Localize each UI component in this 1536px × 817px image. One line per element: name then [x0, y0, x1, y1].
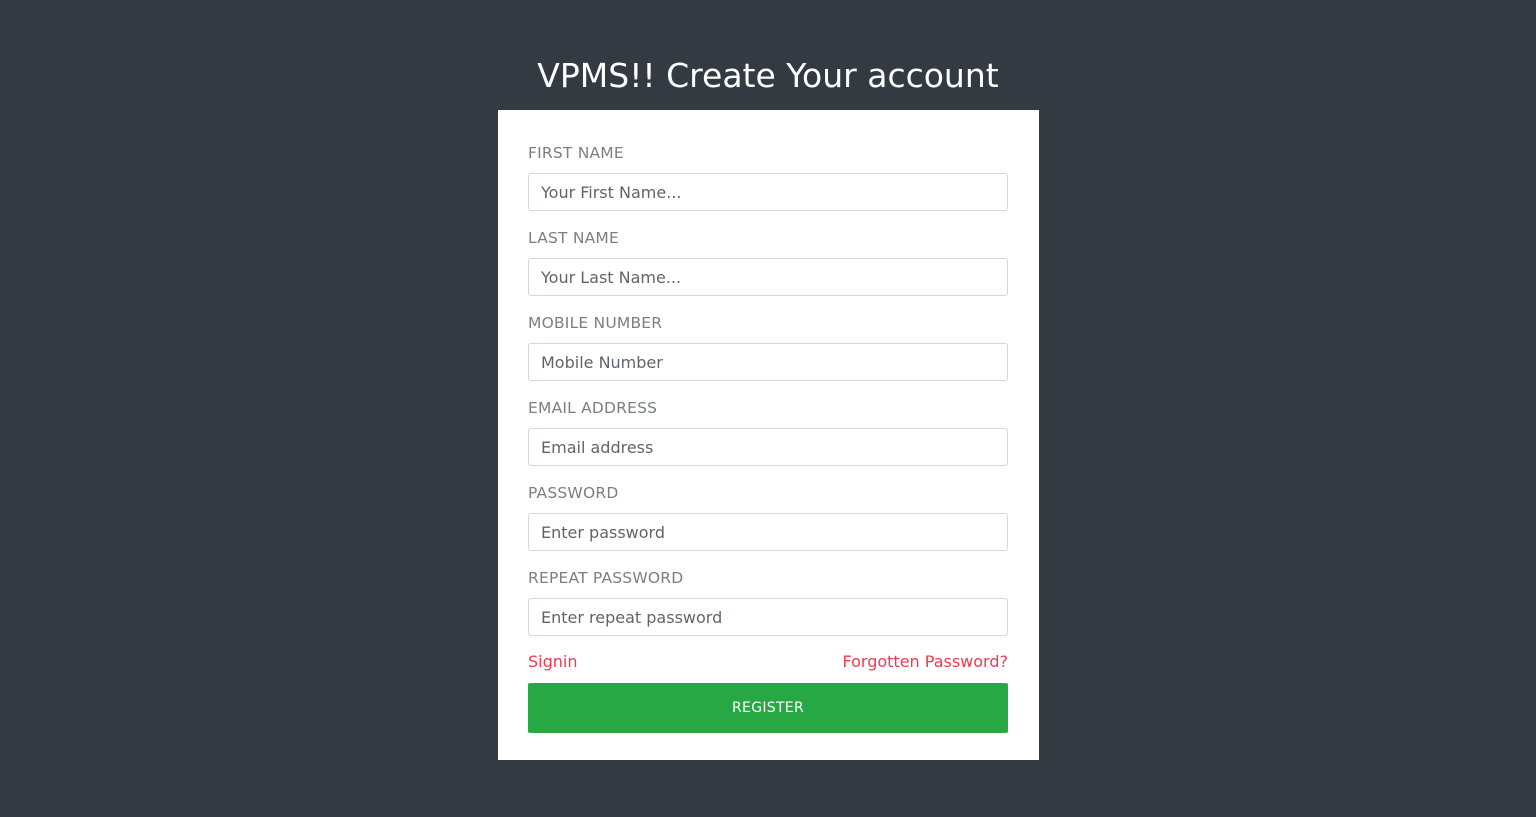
email-address-label: EMAIL ADDRESS: [528, 399, 658, 417]
signin-link[interactable]: Signin: [528, 651, 577, 673]
forgot-password-link[interactable]: Forgotten Password?: [842, 651, 1008, 673]
password-input[interactable]: [528, 513, 1008, 551]
register-button[interactable]: REGISTER: [528, 683, 1008, 733]
email-address-input[interactable]: [528, 428, 1008, 466]
mobile-number-input[interactable]: [528, 343, 1008, 381]
last-name-label: LAST NAME: [528, 229, 619, 247]
repeat-password-input[interactable]: [528, 598, 1008, 636]
page-title: VPMS!! Create Your account: [537, 56, 999, 95]
first-name-label: FIRST NAME: [528, 144, 624, 162]
register-card: FIRST NAME LAST NAME MOBILE NUMBER EMAIL…: [498, 110, 1039, 760]
first-name-input[interactable]: [528, 173, 1008, 211]
mobile-number-label: MOBILE NUMBER: [528, 314, 663, 332]
repeat-password-label: REPEAT PASSWORD: [528, 569, 684, 587]
last-name-input[interactable]: [528, 258, 1008, 296]
register-form: FIRST NAME LAST NAME MOBILE NUMBER EMAIL…: [528, 142, 1009, 733]
form-links-row: Signin Forgotten Password?: [528, 651, 1008, 673]
password-label: PASSWORD: [528, 484, 619, 502]
